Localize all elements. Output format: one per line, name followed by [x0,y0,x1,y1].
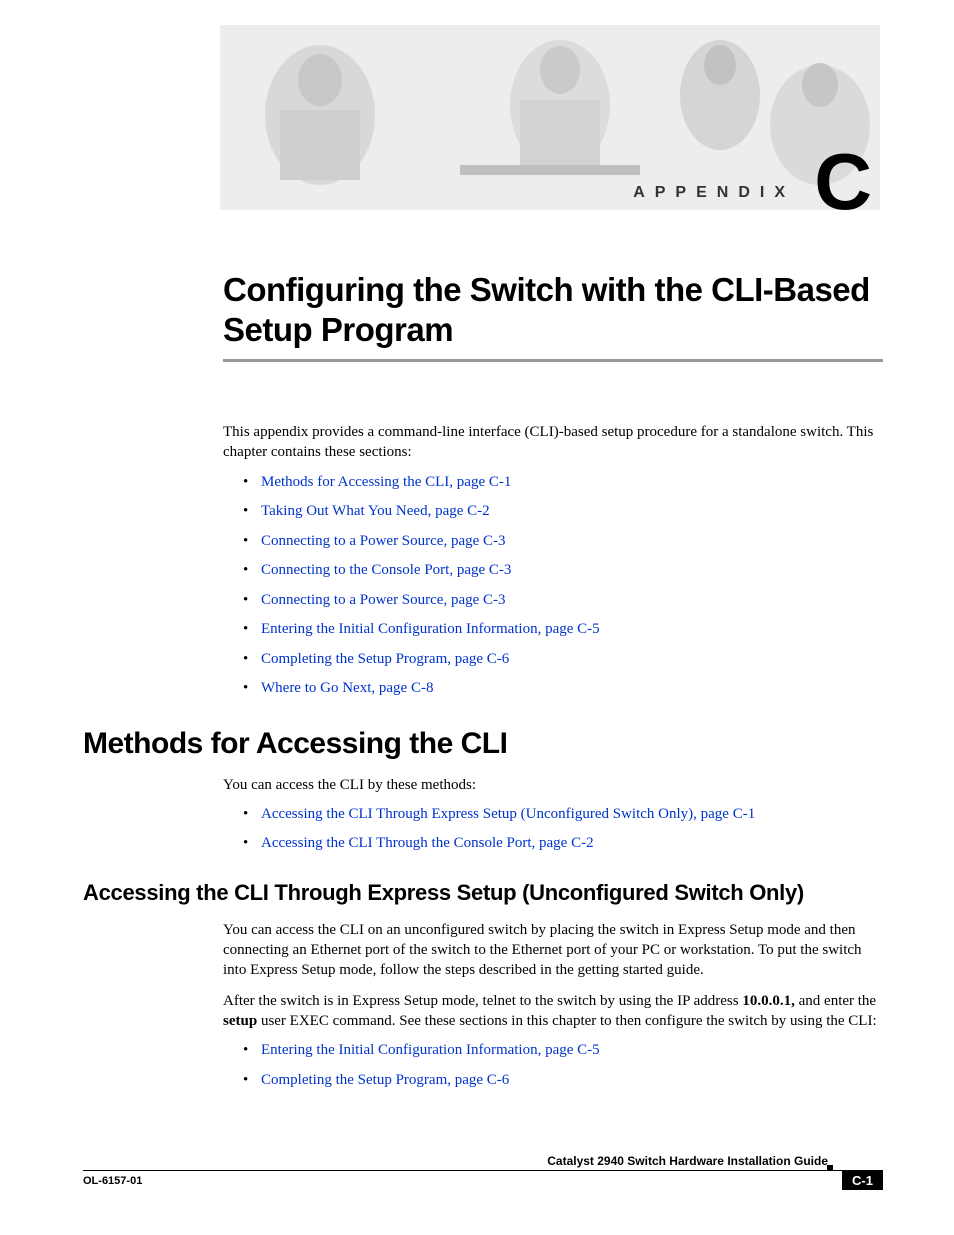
chapter-toc: Methods for Accessing the CLI, page C-1 … [223,473,883,699]
subsection-heading-express: Accessing the CLI Through Express Setup … [83,880,883,906]
list-item: Accessing the CLI Through Express Setup … [243,805,883,825]
appendix-banner: APPENDIX C [220,25,880,210]
toc-item: Taking Out What You Need, page C-2 [243,502,883,522]
title-rule [223,359,883,362]
list-item: Accessing the CLI Through the Console Po… [243,834,883,854]
section2-p1: You can access the CLI on an unconfigure… [223,920,883,981]
toc-link[interactable]: Connecting to a Power Source, page C-3 [261,592,506,608]
appendix-letter: C [814,142,872,210]
chapter-title: Configuring the Switch with the CLI-Base… [223,270,883,349]
toc-item: Connecting to a Power Source, page C-3 [243,532,883,552]
toc-item: Where to Go Next, page C-8 [243,679,883,699]
footer-doc-number: OL-6157-01 [83,1175,142,1187]
list-item: Entering the Initial Configuration Infor… [243,1041,883,1061]
footer-guide-title: Catalyst 2940 Switch Hardware Installati… [83,1154,883,1168]
toc-link[interactable]: Methods for Accessing the CLI, page C-1 [261,474,511,490]
text-run: After the switch is in Express Setup mod… [223,993,742,1009]
page-content: Configuring the Switch with the CLI-Base… [83,270,883,1110]
section2-p2: After the switch is in Express Setup mod… [223,991,883,1032]
footer-bar: OL-6157-01 C-1 [83,1170,883,1193]
toc-item: Completing the Setup Program, page C-6 [243,650,883,670]
section1-links: Accessing the CLI Through Express Setup … [223,805,883,854]
list-item: Completing the Setup Program, page C-6 [243,1071,883,1091]
toc-item: Connecting to a Power Source, page C-3 [243,591,883,611]
page-number: C-1 [842,1171,883,1190]
toc-link[interactable]: Completing the Setup Program, page C-6 [261,651,509,667]
toc-link[interactable]: Where to Go Next, page C-8 [261,680,433,696]
ip-address: 10.0.0.1, [742,993,795,1009]
toc-link[interactable]: Connecting to the Console Port, page C-3 [261,562,511,578]
page-footer: Catalyst 2940 Switch Hardware Installati… [83,1154,883,1193]
chapter-intro: This appendix provides a command-line in… [223,422,883,463]
section1-intro: You can access the CLI by these methods: [223,775,883,795]
command-name: setup [223,1013,257,1029]
section-link[interactable]: Completing the Setup Program, page C-6 [261,1072,509,1088]
toc-item: Methods for Accessing the CLI, page C-1 [243,473,883,493]
toc-item: Entering the Initial Configuration Infor… [243,620,883,640]
section2-links: Entering the Initial Configuration Infor… [223,1041,883,1090]
toc-item: Connecting to the Console Port, page C-3 [243,561,883,581]
footer-tick-icon [827,1165,833,1171]
section-link[interactable]: Accessing the CLI Through the Console Po… [261,835,594,851]
section-link[interactable]: Entering the Initial Configuration Infor… [261,1042,600,1058]
appendix-label: APPENDIX [633,184,795,202]
toc-link[interactable]: Taking Out What You Need, page C-2 [261,503,490,519]
section-link[interactable]: Accessing the CLI Through Express Setup … [261,806,755,822]
text-run: user EXEC command. See these sections in… [257,1013,876,1029]
toc-link[interactable]: Connecting to a Power Source, page C-3 [261,533,506,549]
toc-link[interactable]: Entering the Initial Configuration Infor… [261,621,600,637]
section-heading-methods: Methods for Accessing the CLI [83,727,883,761]
text-run: and enter the [795,993,876,1009]
